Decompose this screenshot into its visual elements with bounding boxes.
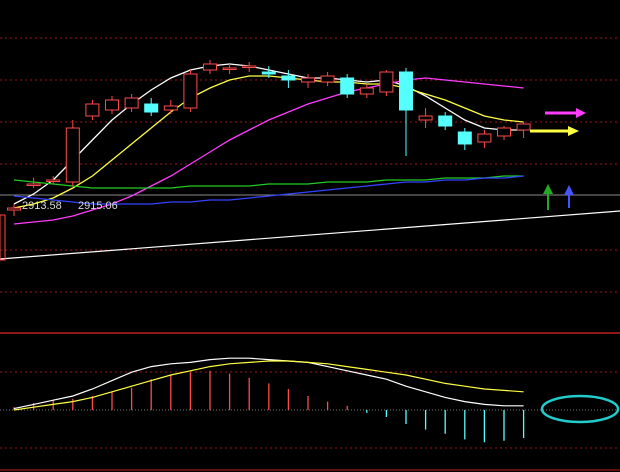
candle-body — [418, 115, 433, 121]
candle-body — [320, 75, 335, 83]
candle-body — [203, 63, 217, 71]
stock-chart: 2913.58 2915.06 — [0, 0, 620, 472]
candle-body — [26, 183, 41, 186]
candle — [65, 120, 80, 186]
candle-body — [261, 71, 276, 75]
candle — [379, 70, 394, 96]
candle-body — [85, 103, 100, 117]
candle-body — [477, 133, 492, 143]
candle-body — [359, 87, 374, 95]
candle-body — [163, 105, 178, 111]
price-label-low: 2913.58 — [22, 200, 62, 212]
candle — [340, 74, 355, 98]
candle-body — [65, 127, 80, 183]
candle-body — [438, 115, 453, 127]
candle-body — [497, 127, 511, 137]
candle-body — [340, 77, 355, 95]
candle-body — [105, 99, 119, 111]
candle-body — [124, 97, 139, 109]
candle-body — [301, 77, 315, 83]
candle-body — [457, 131, 472, 145]
candle-body — [183, 73, 198, 109]
price-label-high: 2915.06 — [78, 200, 118, 212]
candle-body — [242, 65, 257, 68]
candle-body — [399, 71, 413, 111]
candle-body — [46, 179, 61, 182]
candle-body — [144, 103, 159, 113]
candle-body — [222, 67, 237, 70]
candle-body — [281, 75, 296, 81]
candle-body — [516, 123, 531, 131]
candle-body — [379, 71, 394, 93]
candle-body — [7, 207, 21, 211]
candle — [183, 70, 198, 112]
